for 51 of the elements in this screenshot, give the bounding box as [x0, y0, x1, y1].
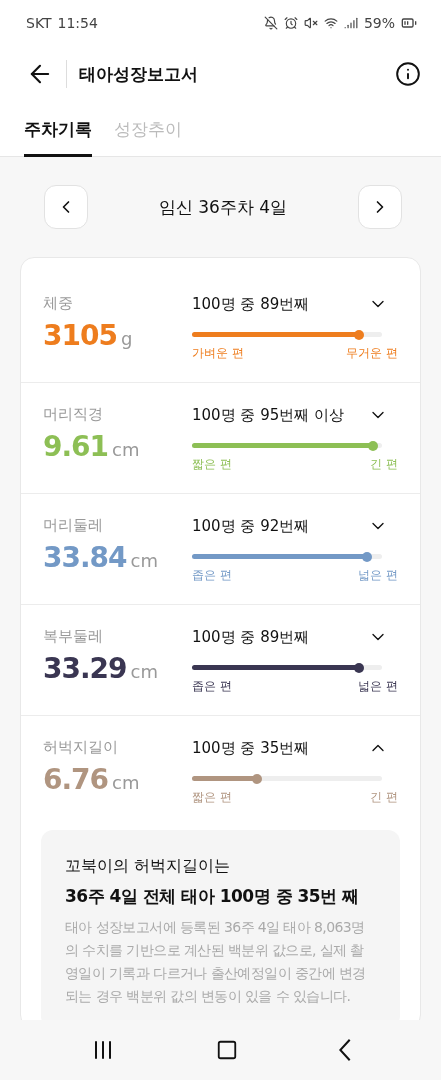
scale-high-label: 긴 편	[370, 456, 398, 473]
percentile-rank: 100명 중 35번째	[192, 738, 310, 758]
system-back-button[interactable]	[338, 1039, 351, 1061]
measurement-value: 9.61	[43, 430, 109, 463]
measurement-unit: cm	[130, 661, 158, 682]
measurement-name: 머리직경	[43, 405, 104, 424]
percentile-rank: 100명 중 95번째 이상	[192, 405, 345, 425]
wifi-icon	[323, 16, 338, 30]
scale-high-label: 무거운 편	[346, 345, 398, 362]
page-title: 태아성장보고서	[79, 62, 199, 86]
measurement-value: 33.29	[43, 652, 127, 685]
scale-low-label: 가벼운 편	[192, 345, 244, 362]
back-icon	[338, 1039, 351, 1061]
scale-high-label: 넓은 편	[358, 678, 398, 695]
info-button[interactable]	[395, 61, 421, 87]
week-label: 임신 36주차 4일	[158, 195, 288, 219]
scale-low-label: 좁은 편	[192, 678, 232, 695]
battery-percent: 59%	[363, 15, 395, 31]
detail-headline: 36주 4일 전체 태아 100명 중 35번 째	[65, 885, 360, 908]
scale-high-label: 넓은 편	[358, 567, 398, 584]
measurement-unit: cm	[112, 772, 140, 793]
scale-low-label: 짧은 편	[192, 789, 232, 806]
measurement-unit: g	[120, 328, 133, 349]
percentile-rank: 100명 중 92번째	[192, 516, 310, 536]
scale-high-label: 긴 편	[370, 789, 398, 806]
home-icon	[215, 1039, 238, 1061]
detail-intro: 꼬북이의 허벅지길이는	[65, 856, 232, 877]
measurement-value: 3105	[43, 319, 117, 352]
measurement-name: 복부둘레	[43, 627, 104, 646]
tab[interactable]: 주차기록	[24, 108, 92, 157]
scale-low-label: 좁은 편	[192, 567, 232, 584]
battery-icon	[401, 15, 417, 31]
percentile-rank: 100명 중 89번째	[192, 627, 310, 647]
detail-note: 태아 성장보고서에 등록된 36주 4일 태아 8,063명의 수치를 기반으로 계산된 백분위 값으로, 실제 촬영일이 기록과 다르거나 출산예정일이 중간에 변경되는 경우 백분위 값의 변동이 있을 수 있습니다.	[65, 918, 367, 1006]
measurement-value: 6.76	[43, 763, 109, 796]
measurement-value: 33.84	[43, 541, 127, 574]
signal-icon	[343, 16, 358, 30]
measurement-unit: cm	[112, 439, 140, 460]
home-button[interactable]	[215, 1039, 238, 1061]
alarm-icon	[283, 16, 298, 30]
measurement-name: 허벅지길이	[43, 738, 119, 757]
percentile-rank: 100명 중 89번째	[192, 294, 310, 314]
notification-off-icon	[263, 16, 278, 30]
clock: 11:54	[57, 15, 98, 31]
measurement-name: 머리둘레	[43, 516, 104, 535]
measurement-name: 체중	[43, 294, 74, 313]
measurement-unit: cm	[130, 550, 158, 571]
info-icon	[395, 61, 421, 87]
carrier: SKT	[26, 15, 52, 31]
scale-low-label: 짧은 편	[192, 456, 232, 473]
mute-icon	[303, 16, 318, 30]
